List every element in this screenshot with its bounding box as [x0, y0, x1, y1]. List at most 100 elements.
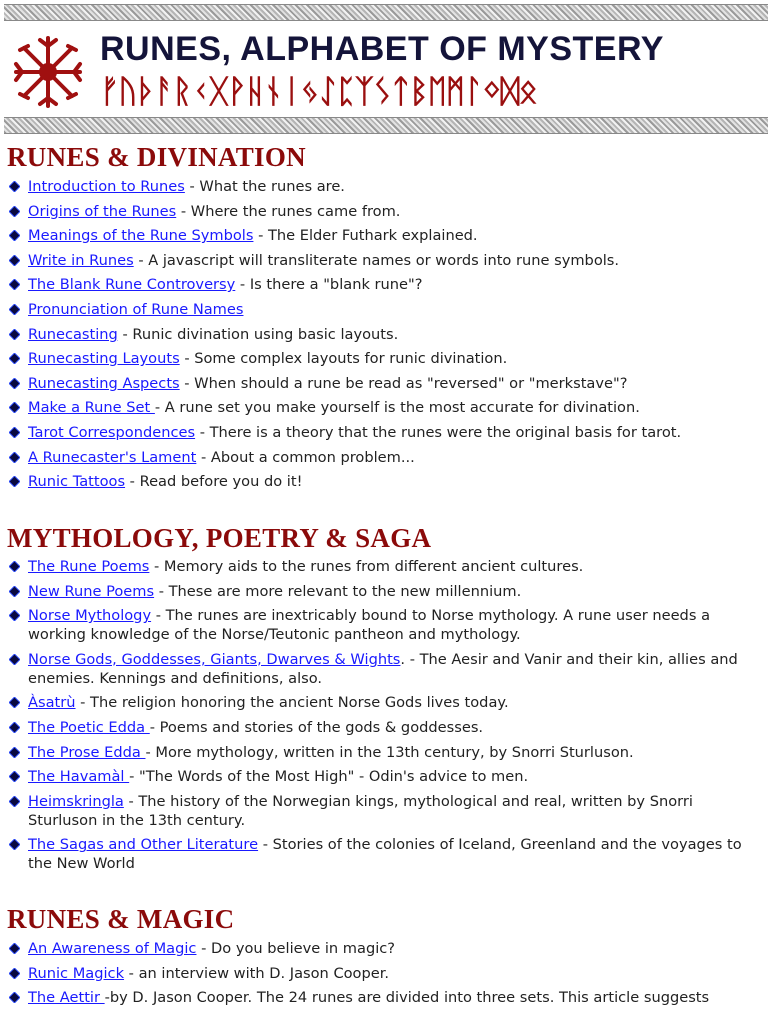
list-item: Make a Rune Set - A rune set you make yo…	[0, 398, 760, 417]
article-link[interactable]: Àsatrù	[28, 694, 76, 711]
list-item: The Blank Rune Controversy - Is there a …	[0, 275, 760, 294]
rune-alphabet: ᚠᚢᚦᚨᚱᚲᚷᚹᚺᚾᛁᛃᛇᛈᛉᛊᛏᛒᛖᛗᛚᛜᛞᛟ	[100, 72, 538, 110]
article-description: -by D. Jason Cooper. The 24 runes are di…	[104, 989, 710, 1007]
list-item: Àsatrù - The religion honoring the ancie…	[0, 693, 760, 712]
diamond-bullet-icon	[9, 279, 20, 291]
article-description: - More mythology, written in the 13th ce…	[145, 743, 634, 761]
article-description: - What the runes are.	[184, 178, 345, 195]
diamond-bullet-icon	[9, 353, 20, 365]
diamond-bullet-icon	[9, 721, 20, 733]
list-item: Introduction to Runes - What the runes a…	[0, 177, 760, 196]
diamond-bullet-icon	[9, 476, 20, 488]
diamond-bullet-icon	[9, 426, 20, 438]
site-title: RUNES, ALPHABET OF MYSTERY	[100, 30, 664, 68]
article-link[interactable]: The Havamàl	[28, 768, 129, 785]
section-title-mythology: MYTHOLOGY, POETRY & SAGA	[7, 523, 432, 553]
diamond-bullet-icon	[9, 839, 20, 851]
list-item: The Havamàl - "The Words of the Most Hig…	[0, 767, 760, 786]
diamond-bullet-icon	[9, 451, 20, 463]
article-link[interactable]: Introduction to Runes	[28, 178, 185, 195]
list-item: Runecasting Aspects - When should a rune…	[0, 374, 760, 393]
list-item: Heimskringla - The history of the Norweg…	[0, 792, 760, 830]
article-link[interactable]: New Rune Poems	[28, 583, 154, 600]
list-item: Runic Tattoos - Read before you do it!	[0, 472, 760, 491]
diamond-bullet-icon	[9, 795, 20, 807]
list-item: The Poetic Edda - Poems and stories of t…	[0, 718, 760, 737]
diamond-bullet-icon	[9, 377, 20, 389]
article-link[interactable]: The Poetic Edda	[28, 719, 150, 736]
list-item: The Aettir -by D. Jason Cooper. The 24 r…	[0, 988, 760, 1007]
article-description: - When should a rune be read as "reverse…	[179, 374, 628, 392]
list-item: Norse Gods, Goddesses, Giants, Dwarves &…	[0, 650, 760, 688]
article-link[interactable]: The Blank Rune Controversy	[28, 276, 235, 293]
diamond-bullet-icon	[9, 303, 20, 315]
article-description: - Poems and stories of the gods & goddes…	[149, 718, 484, 736]
article-description: - "The Words of the Most High" - Odin's …	[129, 768, 529, 786]
diamond-bullet-icon	[9, 653, 20, 665]
article-link[interactable]: A Runecaster's Lament	[28, 449, 196, 466]
article-description: - Memory aids to the runes from differen…	[149, 558, 584, 575]
list-item: The Rune Poems - Memory aids to the rune…	[0, 557, 760, 576]
list-item: The Prose Edda - More mythology, written…	[0, 743, 760, 762]
list-item: Pronunciation of Rune Names	[0, 300, 760, 319]
article-description: - Is there a "blank rune"?	[235, 276, 423, 294]
list-item: A Runecaster's Lament - About a common p…	[0, 448, 760, 467]
section-title-divination: RUNES & DIVINATION	[7, 142, 306, 172]
braid-border-bottom	[4, 117, 768, 134]
article-link[interactable]: The Prose Edda	[28, 744, 145, 761]
article-link[interactable]: Meanings of the Rune Symbols	[28, 227, 253, 244]
article-link[interactable]: Tarot Correspondences	[28, 424, 195, 441]
mythology-list: The Rune Poems - Memory aids to the rune…	[0, 557, 760, 879]
article-link[interactable]: Norse Mythology	[28, 607, 151, 624]
article-description: - Read before you do it!	[125, 473, 303, 491]
diamond-bullet-icon	[9, 585, 20, 597]
diamond-bullet-icon	[9, 205, 20, 217]
section-title-magic: RUNES & MAGIC	[7, 904, 235, 934]
article-link[interactable]: Origins of the Runes	[28, 203, 176, 220]
article-link[interactable]: Runecasting	[28, 326, 118, 343]
article-link[interactable]: Norse Gods, Goddesses, Giants, Dwarves &…	[28, 651, 400, 668]
article-link[interactable]: Pronunciation of Rune Names	[28, 301, 243, 318]
diamond-bullet-icon	[9, 328, 20, 340]
diamond-bullet-icon	[9, 561, 20, 572]
article-description: - A rune set you make yourself is the mo…	[154, 399, 640, 417]
magic-list: An Awareness of Magic - Do you believe i…	[0, 939, 760, 1013]
list-item: Runic Magick - an interview with D. Jaso…	[0, 964, 760, 983]
article-link[interactable]: The Aettir	[28, 989, 105, 1006]
article-link[interactable]: Runecasting Aspects	[28, 375, 180, 392]
list-item: Runecasting Layouts - Some complex layou…	[0, 349, 760, 368]
divination-list: Introduction to Runes - What the runes a…	[0, 177, 760, 497]
braid-border-top	[4, 4, 768, 21]
list-item: Meanings of the Rune Symbols - The Elder…	[0, 226, 760, 245]
article-description: - an interview with D. Jason Cooper.	[124, 964, 390, 982]
article-link[interactable]: Runic Magick	[28, 965, 124, 982]
article-link[interactable]: Runic Tattoos	[28, 473, 125, 490]
article-link[interactable]: An Awareness of Magic	[28, 940, 196, 957]
diamond-bullet-icon	[9, 992, 20, 1004]
diamond-bullet-icon	[9, 230, 20, 242]
article-description: - The history of the Norwegian kings, my…	[28, 792, 693, 829]
list-item: Norse Mythology - The runes are inextric…	[0, 606, 760, 644]
diamond-bullet-icon	[9, 967, 20, 979]
article-link[interactable]: Heimskringla	[28, 793, 124, 810]
diamond-bullet-icon	[9, 746, 20, 758]
article-link[interactable]: The Rune Poems	[28, 558, 149, 575]
article-link[interactable]: Make a Rune Set	[28, 399, 155, 416]
list-item: Write in Runes - A javascript will trans…	[0, 251, 760, 270]
article-description: - Runic divination using basic layouts.	[117, 325, 399, 343]
article-link[interactable]: Write in Runes	[28, 252, 134, 269]
article-description: - Do you believe in magic?	[196, 940, 396, 957]
article-description: - The Elder Futhark explained.	[253, 227, 478, 245]
diamond-bullet-icon	[9, 610, 20, 622]
list-item: Runecasting - Runic divination using bas…	[0, 325, 760, 344]
list-item: Tarot Correspondences - There is a theor…	[0, 423, 760, 442]
article-description: - There is a theory that the runes were …	[195, 423, 682, 441]
list-item: Origins of the Runes - Where the runes c…	[0, 202, 760, 221]
diamond-bullet-icon	[9, 771, 20, 783]
article-link[interactable]: Runecasting Layouts	[28, 350, 180, 367]
diamond-bullet-icon	[9, 943, 20, 954]
article-description: - The religion honoring the ancient Nors…	[75, 694, 509, 712]
list-item: New Rune Poems - These are more relevant…	[0, 582, 760, 601]
article-link[interactable]: The Sagas and Other Literature	[28, 836, 258, 853]
article-description: - About a common problem...	[196, 448, 415, 466]
